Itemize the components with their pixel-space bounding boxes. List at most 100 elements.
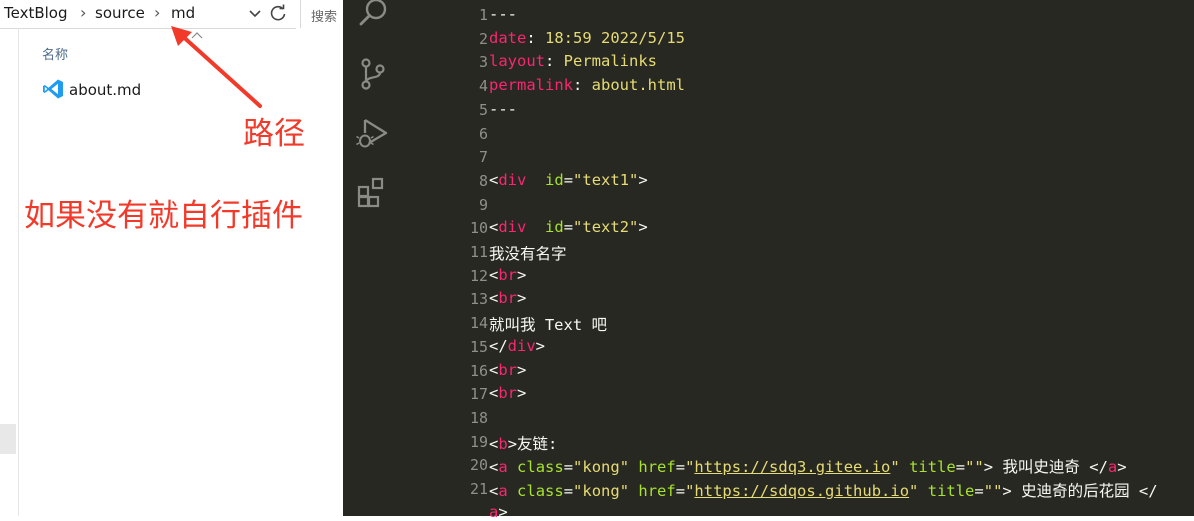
code-token: a	[1107, 458, 1118, 477]
code-token: >	[517, 384, 527, 403]
code-line[interactable]: <div id="text1">	[489, 171, 648, 189]
code-token: "text1"	[573, 170, 639, 189]
line-number: 20	[469, 456, 488, 475]
breadcrumb-md[interactable]: md	[171, 4, 195, 22]
line-number: 1	[478, 6, 488, 24]
code-token: href	[638, 458, 676, 477]
code-line[interactable]: <br>	[489, 266, 526, 284]
code-line[interactable]: <a class="kong" href="https://sdqos.gith…	[489, 479, 1158, 501]
search-placeholder: 搜索	[311, 10, 338, 25]
code-token: href	[638, 482, 676, 500]
code-line[interactable]: 就叫我 Text 吧	[489, 313, 607, 335]
code-token: <	[489, 170, 499, 189]
line-number: 17	[469, 385, 488, 404]
run-debug-icon[interactable]	[356, 116, 390, 150]
code-token: <	[489, 265, 499, 284]
file-explorer: TextBlog › source › md 搜索 名称 about.md 路径…	[0, 0, 344, 516]
code-token: ""	[965, 458, 984, 477]
code-token: div	[498, 218, 527, 237]
line-number: 11	[469, 243, 488, 261]
extensions-icon[interactable]	[356, 176, 390, 210]
code-token: >友链:	[507, 434, 558, 453]
line-number: 14	[469, 314, 488, 333]
source-control-icon[interactable]	[356, 57, 390, 91]
code-token: br	[498, 265, 518, 284]
code-token: title	[909, 458, 956, 477]
code-token: =	[563, 458, 574, 477]
code-line[interactable]: <br>	[489, 289, 526, 307]
code-line[interactable]: ---	[489, 100, 517, 118]
code-token: >	[638, 170, 648, 189]
code-line[interactable]: permalink: about.html	[489, 76, 685, 94]
column-header-name[interactable]: 名称	[42, 44, 68, 63]
annotation-plugin-note: 如果没有就自行插件	[24, 198, 303, 234]
code-line[interactable]: <a class="kong" href="https://sdq3.gitee…	[489, 455, 1127, 477]
code-token: >	[1117, 458, 1127, 477]
code-token: :	[545, 52, 564, 71]
code-token: :	[526, 28, 545, 47]
code-token: <	[489, 384, 499, 403]
code-line[interactable]: ---	[489, 5, 517, 23]
code-token: "	[890, 458, 900, 477]
code-token: id	[545, 218, 564, 237]
code-token: =	[675, 482, 686, 500]
line-number: 10	[469, 219, 488, 238]
code-token: ""	[983, 482, 1003, 500]
code-line[interactable]: <br>	[489, 361, 526, 379]
code-line[interactable]: layout: Permalinks	[489, 52, 657, 70]
code-token: date	[489, 28, 527, 47]
code-token: </	[489, 336, 508, 355]
code-token: br	[498, 384, 518, 403]
code-line[interactable]: </div>	[489, 337, 545, 355]
code-line[interactable]: <br>	[489, 384, 526, 402]
line-number: 2	[478, 29, 488, 48]
code-token: https://sdqos.github.io	[694, 482, 910, 500]
code-token: 就叫我 Text 吧	[489, 316, 607, 335]
code-token: "	[685, 458, 695, 477]
code-token: class	[517, 458, 564, 477]
code-line[interactable]: <div id="text2">	[489, 218, 648, 236]
code-line[interactable]: a>	[489, 503, 508, 521]
line-number: 6	[478, 124, 488, 143]
line-number: 16	[469, 361, 488, 380]
breadcrumb-source[interactable]: source	[95, 4, 145, 22]
search-input[interactable]: 搜索	[300, 0, 344, 28]
code-token: >	[638, 218, 648, 237]
code-token: ---	[489, 99, 517, 118]
chevron-down-icon[interactable]	[247, 4, 263, 22]
line-number: 13	[469, 290, 488, 309]
line-number: 12	[469, 266, 488, 285]
code-line[interactable]: 我没有名字	[489, 242, 567, 264]
line-number: 15	[469, 337, 488, 356]
code-line[interactable]: date: 18:59 2022/5/15	[489, 29, 685, 47]
code-token: id	[545, 170, 564, 189]
code-token: <	[489, 360, 499, 379]
code-token: a	[498, 458, 508, 477]
code-token: a	[489, 502, 499, 521]
line-number: 4	[478, 77, 488, 96]
code-editor: 1 2 3 4 5 6 7 8 9 10 11 12 13 14 15 16 17 18 19 20 21 --- dat…	[343, 0, 1194, 521]
line-number: 21	[469, 480, 488, 498]
code-token: =	[974, 482, 984, 500]
breadcrumb-textblog[interactable]: TextBlog	[4, 4, 68, 22]
code-token: https://sdq3.gitee.io	[694, 458, 891, 477]
line-number: 18	[469, 408, 488, 427]
code-token: =	[955, 458, 966, 477]
code-token: Permalinks	[563, 52, 657, 71]
code-token: "text2"	[573, 218, 639, 237]
code-token: <	[489, 218, 499, 237]
code-line[interactable]: <b>友链:	[489, 432, 557, 454]
annotation-path-label: 路径	[243, 116, 305, 152]
refresh-icon[interactable]	[268, 3, 288, 23]
chevron-right-icon: ›	[80, 3, 87, 22]
code-content[interactable]: --- date: 18:59 2022/5/15 layout: Permalin…	[489, 0, 1194, 521]
code-token: >	[517, 289, 527, 308]
search-icon[interactable]	[356, 0, 390, 30]
code-token: <	[489, 458, 499, 477]
